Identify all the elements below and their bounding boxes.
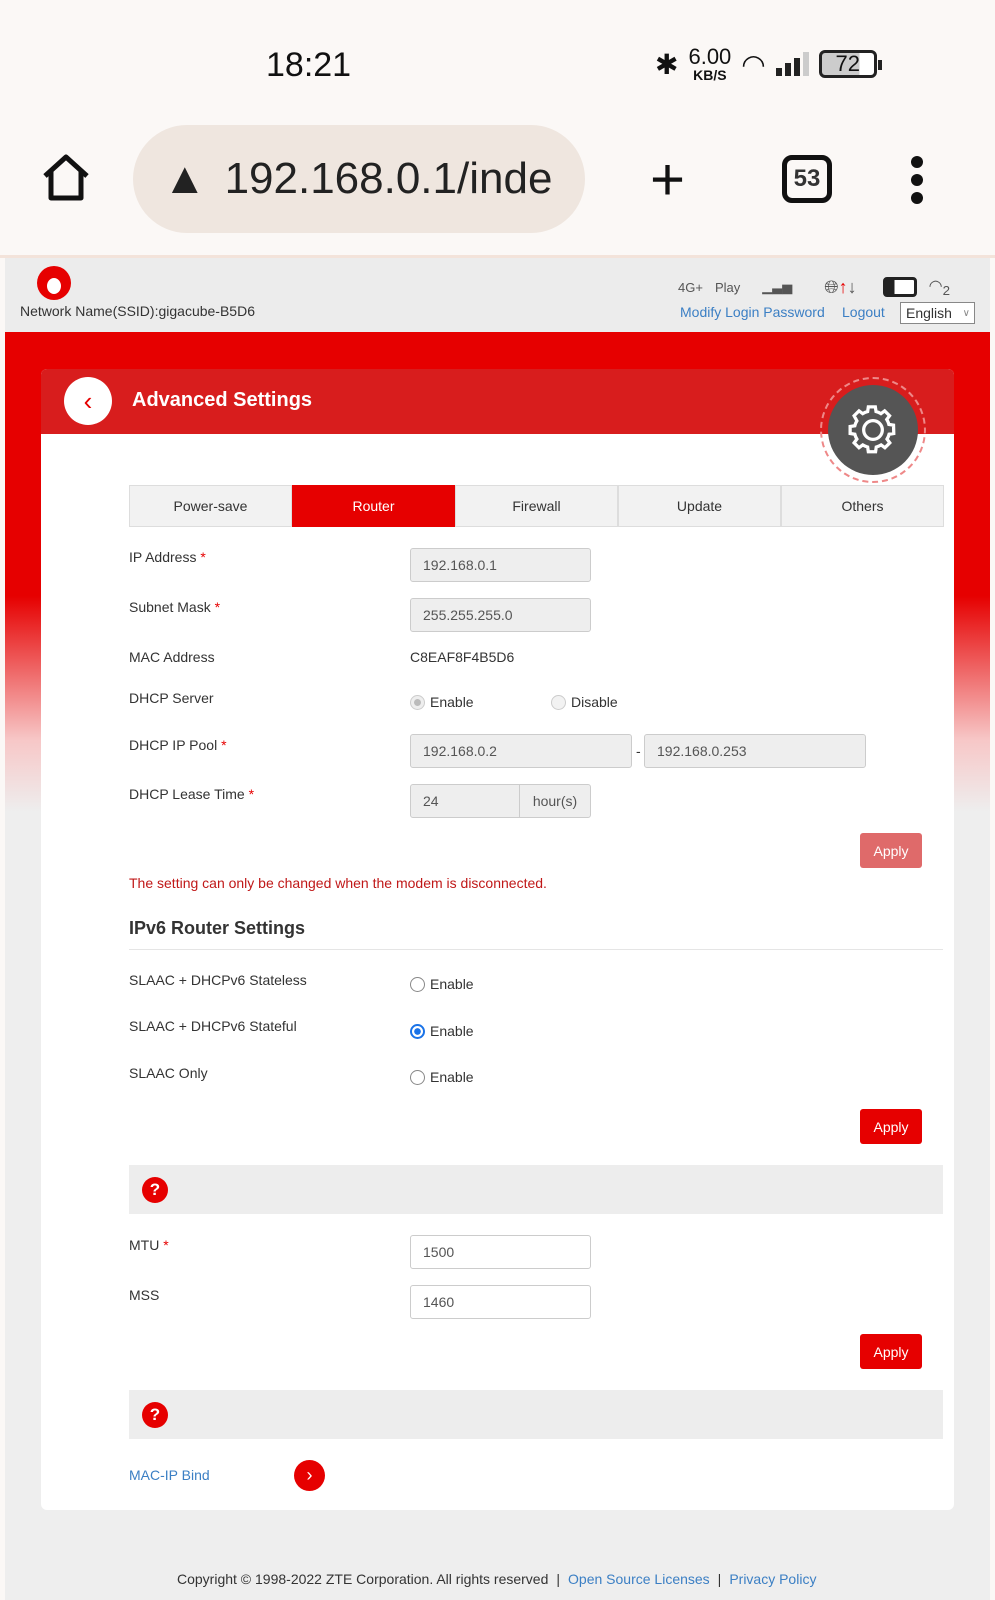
clock: 18:21 xyxy=(266,46,352,84)
slaac-only-label: SLAAC Only xyxy=(129,1065,208,1081)
help-icon[interactable]: ? xyxy=(142,1402,168,1428)
footer-separator: | xyxy=(556,1571,561,1587)
slaac-only-radio[interactable]: Enable xyxy=(410,1069,474,1085)
footer-separator: | xyxy=(717,1571,722,1587)
home-icon[interactable] xyxy=(40,152,92,204)
internet-globe-icon: 🌐︎↑↓ xyxy=(824,276,857,297)
tab-switcher-button[interactable]: 53 xyxy=(782,155,832,203)
tab-label: Others xyxy=(841,498,884,514)
ip-address-label: IP Address * xyxy=(129,549,206,565)
tab-label: Router xyxy=(352,498,395,514)
chevron-right-icon[interactable]: › xyxy=(294,1460,325,1491)
macip-section-bar: ? xyxy=(129,1390,943,1439)
status-icons: ✱ 6.00 KB/S ◠ 72 xyxy=(655,44,882,83)
battery-level: 72 xyxy=(835,51,860,76)
tab-label: Update xyxy=(676,498,723,514)
ssid-label: Network Name(SSID):gigacube-B5D6 xyxy=(20,303,255,319)
mac-address-value: C8EAF8F4B5D6 xyxy=(410,649,515,665)
lease-unit: hour(s) xyxy=(519,784,591,818)
chevron-down-icon: ∨ xyxy=(962,307,970,319)
mac-address-label: MAC Address xyxy=(129,649,215,665)
tab-power-save[interactable]: Power-save xyxy=(129,485,292,527)
sim-icon xyxy=(882,277,917,298)
new-tab-button[interactable]: + xyxy=(650,150,685,210)
url-text: 192.168.0.1/inde xyxy=(224,154,553,203)
dhcp-disable-radio[interactable]: Disable xyxy=(551,694,618,710)
tab-count: 53 xyxy=(793,165,821,192)
network-type: 4G+ xyxy=(678,279,703,295)
subnet-mask-label: Subnet Mask * xyxy=(129,599,221,615)
address-bar[interactable]: ▲ 192.168.0.1/inde xyxy=(133,125,585,233)
more-icon[interactable] xyxy=(910,155,924,205)
tab-label: Firewall xyxy=(512,498,561,514)
tab-label: Power-save xyxy=(173,498,248,514)
tab-update[interactable]: Update xyxy=(618,485,781,527)
page-title: Advanced Settings xyxy=(132,389,313,411)
disconnect-note: The setting can only be changed when the… xyxy=(129,875,547,891)
lease-time-input[interactable]: 24 xyxy=(410,784,520,818)
dhcp-server-label: DHCP Server xyxy=(129,690,214,706)
logout-link[interactable]: Logout xyxy=(842,304,885,320)
settings-card xyxy=(41,369,954,1510)
slaac-stateless-label: SLAAC + DHCPv6 Stateless xyxy=(129,972,307,988)
modify-password-link[interactable]: Modify Login Password xyxy=(680,304,825,320)
dhcp-pool-end-input[interactable]: 192.168.0.253 xyxy=(644,734,866,768)
language-select[interactable]: English ∨ xyxy=(900,302,975,324)
ipv6-heading: IPv6 Router Settings xyxy=(129,918,306,938)
wifi-icon: ◠ xyxy=(741,48,766,80)
speed-value: 6.00 xyxy=(688,44,732,69)
slaac-stateful-label: SLAAC + DHCPv6 Stateful xyxy=(129,1018,297,1034)
vodafone-logo xyxy=(37,266,71,300)
dhcp-pool-start-input[interactable]: 192.168.0.2 xyxy=(410,734,632,768)
open-source-link[interactable]: Open Source Licenses xyxy=(568,1571,710,1587)
ip-address-input[interactable]: 192.168.0.1 xyxy=(410,548,591,582)
apply-button-mtu[interactable]: Apply xyxy=(860,1334,922,1369)
lease-time-label: DHCP Lease Time * xyxy=(129,786,255,802)
wifi-clients-icon: ◠2 xyxy=(928,278,951,299)
mtu-label: MTU * xyxy=(129,1237,169,1253)
pool-separator: - xyxy=(636,743,641,759)
operator-name: Play xyxy=(714,279,741,295)
tab-router[interactable]: Router xyxy=(292,485,455,527)
language-value: English xyxy=(906,305,952,321)
signal-strength-icon: ▁▃▅ xyxy=(762,279,793,295)
signal-icon xyxy=(775,52,809,76)
privacy-policy-link[interactable]: Privacy Policy xyxy=(729,1571,816,1587)
mtu-section-bar: ? xyxy=(129,1165,943,1214)
divider xyxy=(129,949,943,950)
dhcp-pool-label: DHCP IP Pool * xyxy=(129,737,227,753)
wifi-client-count: 2 xyxy=(942,283,951,299)
apply-button-ipv6[interactable]: Apply xyxy=(860,1109,922,1144)
gear-icon xyxy=(820,377,926,483)
copyright-text: Copyright © 1998-2022 ZTE Corporation. A… xyxy=(177,1571,549,1587)
back-button[interactable]: ‹ xyxy=(64,377,112,425)
mss-input[interactable]: 1460 xyxy=(410,1285,591,1319)
tab-others[interactable]: Others xyxy=(781,485,944,527)
mtu-input[interactable]: 1500 xyxy=(410,1235,591,1269)
bluetooth-icon: ✱ xyxy=(655,48,679,80)
speed-unit: KB/S xyxy=(693,67,727,83)
dhcp-enable-radio[interactable]: Enable xyxy=(410,694,474,710)
mss-label: MSS xyxy=(129,1287,160,1303)
mac-ip-bind-link[interactable]: MAC-IP Bind xyxy=(129,1467,210,1483)
help-icon[interactable]: ? xyxy=(142,1177,168,1203)
slaac-stateful-radio[interactable]: Enable xyxy=(410,1023,474,1039)
subnet-mask-input[interactable]: 255.255.255.0 xyxy=(410,598,591,632)
tab-firewall[interactable]: Firewall xyxy=(455,485,618,527)
slaac-stateless-radio[interactable]: Enable xyxy=(410,976,474,992)
warning-icon: ▲ xyxy=(163,154,207,203)
battery-icon: 72 xyxy=(818,50,882,78)
network-speed: 6.00 KB/S xyxy=(688,44,732,83)
apply-button-router[interactable]: Apply xyxy=(860,833,922,868)
footer: Copyright © 1998-2022 ZTE Corporation. A… xyxy=(177,1571,816,1587)
